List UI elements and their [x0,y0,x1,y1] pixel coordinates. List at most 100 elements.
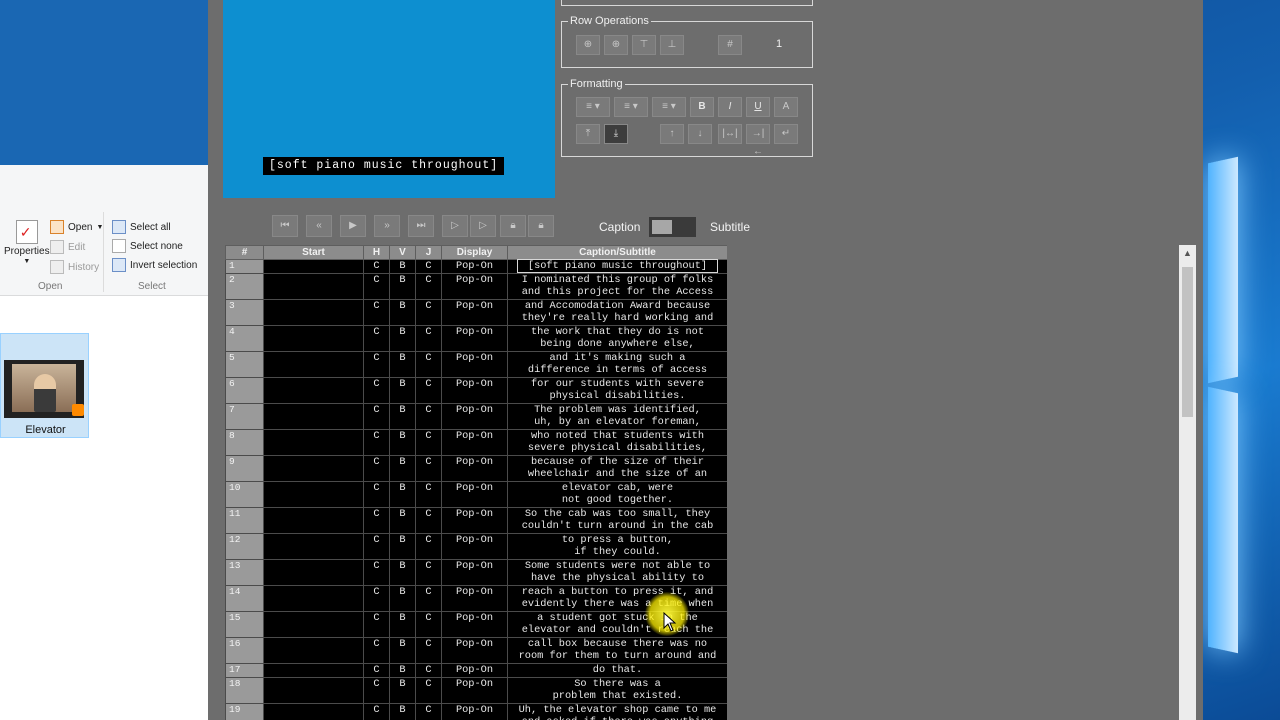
vertical-position-cell[interactable]: B [389,259,416,274]
justification-cell[interactable]: C [415,429,442,456]
caption-cell[interactable]: to press a button, if they could. [507,533,727,560]
vertical-position-cell[interactable]: B [389,299,416,326]
vertical-position-cell[interactable]: B [389,325,416,352]
display-mode-cell[interactable]: Pop-On [441,429,508,456]
caption-grid[interactable]: # Start H V J Display Caption/Subtitle 1 C B C Pop… [225,245,727,720]
insert-row-below-button[interactable]: ⊕ [604,35,628,55]
start-time-cell[interactable] [263,481,364,508]
row-number-cell[interactable]: 7 [225,403,264,430]
scroll-up-icon[interactable]: ▲ [1179,245,1196,262]
table-row[interactable]: 13 C B C Pop-On Some students were not able t… [225,559,727,586]
horizontal-position-cell[interactable]: C [363,259,390,274]
invert-selection-button[interactable]: Invert selection [112,258,197,272]
expand-button[interactable]: |↔| [718,124,742,144]
caption-cell[interactable]: and Accomodation Award because they're r… [507,299,727,326]
italic-button[interactable]: I [718,97,742,117]
display-mode-cell[interactable]: Pop-On [441,403,508,430]
table-row[interactable]: 18 C B C Pop-On So there was a problem that e… [225,677,727,704]
display-mode-cell[interactable]: Pop-On [441,585,508,612]
table-row[interactable]: 9 C B C Pop-On because of the size of their w… [225,455,727,482]
scrollbar-thumb[interactable] [1182,267,1193,417]
rewind-button[interactable]: « [306,215,332,237]
horizontal-position-cell[interactable]: C [363,637,390,664]
display-mode-cell[interactable]: Pop-On [441,611,508,638]
justification-cell[interactable]: C [415,325,442,352]
merge-down-button[interactable]: ⊥ [660,35,684,55]
caption-cell[interactable]: elevator cab, were not good together. [507,481,727,508]
vertical-position-cell[interactable]: B [389,559,416,586]
vertical-position-cell[interactable]: B [389,637,416,664]
horizontal-position-cell[interactable]: C [363,403,390,430]
table-row[interactable]: 8 C B C Pop-On who noted that students with s… [225,429,727,456]
horizontal-position-cell[interactable]: C [363,677,390,704]
font-color-button[interactable]: A [774,97,798,117]
line-break-button[interactable]: ↵ [774,124,798,144]
display-mode-cell[interactable]: Pop-On [441,637,508,664]
contract-button[interactable]: →|← [746,124,770,157]
start-time-cell[interactable] [263,351,364,378]
table-row[interactable]: 6 C B C Pop-On for our students with severe p… [225,377,727,404]
vertical-position-cell[interactable]: B [389,481,416,508]
start-time-cell[interactable] [263,677,364,704]
row-number-cell[interactable]: 1 [225,259,264,274]
start-time-cell[interactable] [263,559,364,586]
move-up-button[interactable]: ↑ [660,124,684,144]
insert-row-above-button[interactable]: ⊕ [576,35,600,55]
row-number-cell[interactable]: 3 [225,299,264,326]
row-number-cell[interactable]: 12 [225,533,264,560]
history-button[interactable]: History [50,260,99,274]
header-col-v[interactable]: V [389,245,416,260]
vertical-position-cell[interactable]: B [389,455,416,482]
table-row[interactable]: 19 C B C Pop-On Uh, the elevator shop came to… [225,703,727,720]
vertical-position-cell[interactable]: B [389,677,416,704]
row-number-cell[interactable]: 14 [225,585,264,612]
start-time-cell[interactable] [263,703,364,720]
align-center-dropdown[interactable]: ≡ ▾ [614,97,648,117]
table-row[interactable]: 16 C B C Pop-On call box because there was no… [225,637,727,664]
horizontal-position-cell[interactable]: C [363,663,390,678]
row-number-cell[interactable]: 4 [225,325,264,352]
justification-cell[interactable]: C [415,273,442,300]
caption-cell[interactable]: call box because there was no room for t… [507,637,727,664]
horizontal-position-cell[interactable]: C [363,429,390,456]
vertical-position-cell[interactable]: B [389,429,416,456]
underline-button[interactable]: U [746,97,770,117]
table-row[interactable]: 7 C B C Pop-On The problem was identified, uh… [225,403,727,430]
start-time-cell[interactable] [263,273,364,300]
horizontal-position-cell[interactable]: C [363,273,390,300]
start-time-cell[interactable] [263,637,364,664]
display-mode-cell[interactable]: Pop-On [441,677,508,704]
row-number-cell[interactable]: 9 [225,455,264,482]
header-col-h[interactable]: H [363,245,390,260]
select-all-button[interactable]: Select all [112,220,171,234]
header-col-start[interactable]: Start [263,245,364,260]
vertical-position-cell[interactable]: B [389,507,416,534]
table-row[interactable]: 2 C B C Pop-On I nominated this group of folk… [225,273,727,300]
vertical-position-cell[interactable]: B [389,703,416,720]
select-none-button[interactable]: Select none [112,239,183,253]
display-mode-cell[interactable]: Pop-On [441,481,508,508]
display-mode-cell[interactable]: Pop-On [441,351,508,378]
table-row[interactable]: 11 C B C Pop-On So the cab was too small, the… [225,507,727,534]
table-row[interactable]: 12 C B C Pop-On to press a button, if they co… [225,533,727,560]
horizontal-position-cell[interactable]: C [363,299,390,326]
skip-to-start-button[interactable]: ⏮ [272,215,298,237]
display-mode-cell[interactable]: Pop-On [441,559,508,586]
justification-cell[interactable]: C [415,611,442,638]
table-row[interactable]: 17 C B C Pop-On do that. [225,663,727,678]
table-row[interactable]: 4 C B C Pop-On the work that they do is not b… [225,325,727,352]
justification-cell[interactable]: C [415,351,442,378]
row-number-cell[interactable]: 8 [225,429,264,456]
caption-cell[interactable]: for our students with severe physical di… [507,377,727,404]
position-top-button[interactable]: ⤒ [576,124,600,144]
display-mode-cell[interactable]: Pop-On [441,377,508,404]
vertical-position-cell[interactable]: B [389,377,416,404]
justification-cell[interactable]: C [415,703,442,720]
fast-forward-button[interactable]: » [374,215,400,237]
play-caption-loop-button[interactable]: ▷ [470,215,496,237]
start-time-cell[interactable] [263,585,364,612]
file-item-elevator[interactable]: Elevator [0,333,89,438]
horizontal-position-cell[interactable]: C [363,533,390,560]
justification-cell[interactable]: C [415,637,442,664]
vertical-position-cell[interactable]: B [389,351,416,378]
